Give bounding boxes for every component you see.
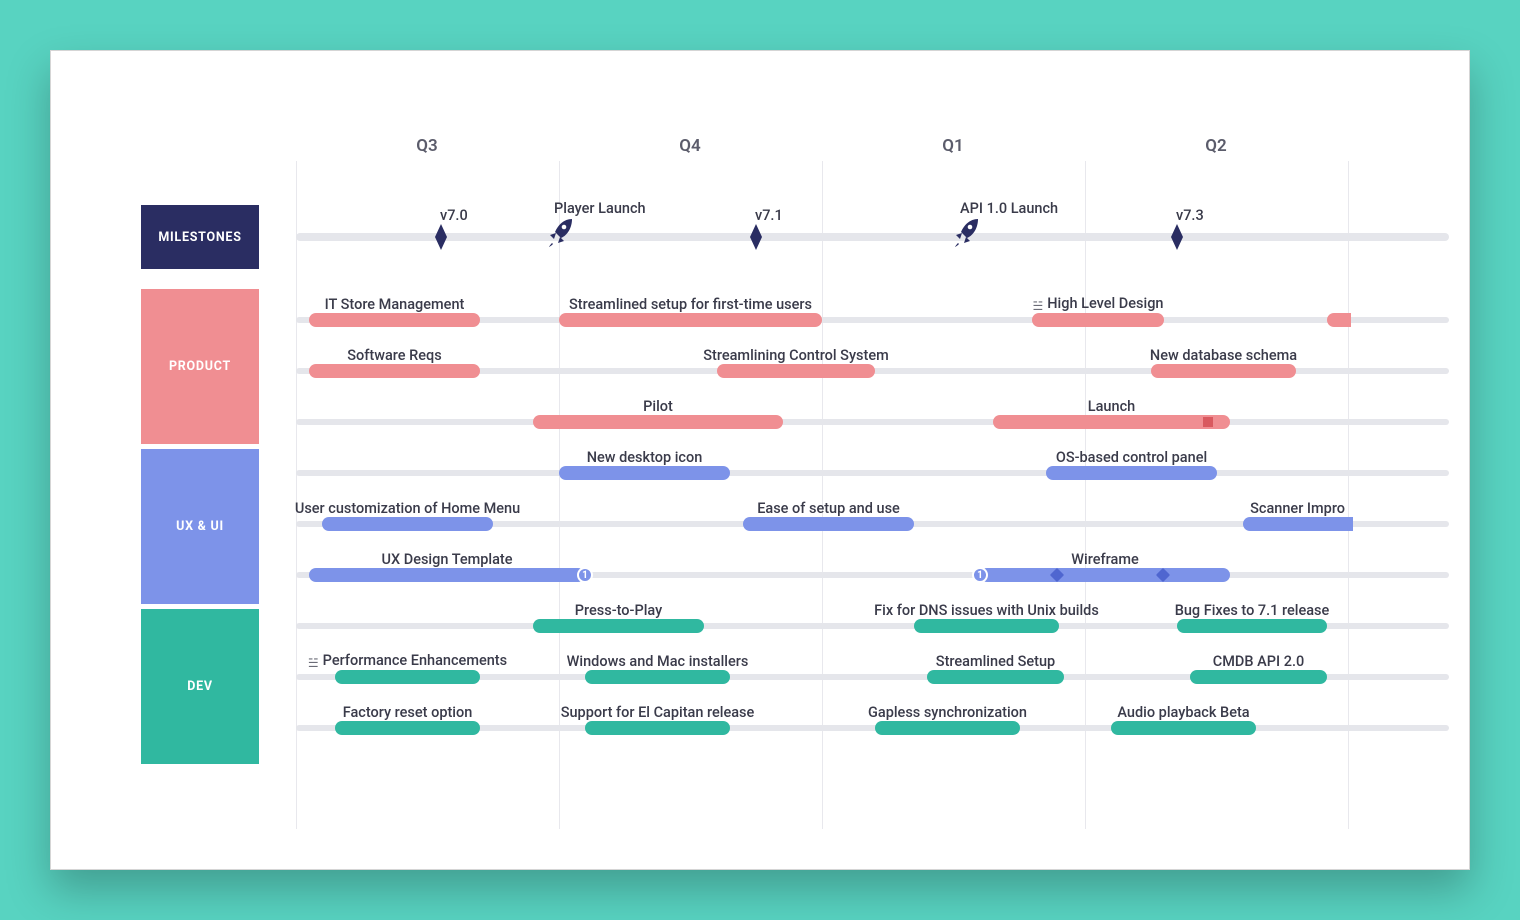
roadmap-bar[interactable]: Gapless synchronization [875,721,1020,735]
roadmap-bar[interactable]: New desktop icon [559,466,730,480]
milestone-label: Player Launch [554,200,646,217]
milestone-rail: v7.0 Player Launch v7.1 API 1.0 Launch v… [296,233,1449,241]
milestone-rocket-icon[interactable]: API 1.0 Launch [952,217,980,249]
timeline-rail: UX Design Template 1 Wireframe 1 [296,572,1449,578]
milestone-rocket-icon[interactable]: Player Launch [546,217,574,249]
roadmap-bar[interactable]: User customization of Home Menu [322,517,493,531]
roadmap-chart: Q3 Q4 Q1 Q2 MILESTONES v7.0 Player Launc… [141,161,1449,829]
tag-icon: ☱ [1033,299,1044,313]
lane-label-dev: DEV [141,609,259,764]
roadmap-bar[interactable]: Ease of setup and use [743,517,914,531]
roadmap-bar[interactable]: Scanner Impro [1243,517,1353,531]
milestone-label: v7.0 [440,207,468,224]
timeline-rail: New desktop icon OS-based control panel [296,470,1449,476]
lane-label-uxui: UX & UI [141,449,259,604]
timeline-rail: User customization of Home Menu Ease of … [296,521,1449,527]
milestone-label: v7.1 [755,207,783,224]
quarter-header: Q3 [416,136,437,156]
roadmap-bar[interactable]: Press-to-Play [533,619,704,633]
milestone-diamond-icon[interactable]: v7.3 [1168,224,1186,250]
roadmap-bar[interactable]: Support for El Capitan release [585,721,730,735]
lane-label-milestones: MILESTONES [141,205,259,269]
roadmap-bar[interactable]: Audio playback Beta [1111,721,1256,735]
milestone-label: API 1.0 Launch [960,200,1058,217]
roadmap-bar[interactable]: Windows and Mac installers [585,670,730,684]
roadmap-bar[interactable]: IT Store Management [309,313,480,327]
roadmap-bar[interactable]: New database schema [1151,364,1296,378]
roadmap-bar[interactable]: Streamlined setup for first-time users [559,313,822,327]
milestone-label: v7.3 [1176,207,1204,224]
bar-badge: 1 [577,567,593,583]
roadmap-bar[interactable]: Software Reqs [309,364,480,378]
tag-icon: ☱ [308,656,319,670]
roadmap-bar[interactable]: Streamlining Control System [717,364,875,378]
milestone-diamond-icon[interactable]: v7.1 [747,224,765,250]
bar-badge: 1 [972,567,988,583]
timeline-rail: Press-to-Play Fix for DNS issues with Un… [296,623,1449,629]
roadmap-bar[interactable]: OS-based control panel [1046,466,1217,480]
roadmap-bar[interactable]: Factory reset option [335,721,480,735]
roadmap-bar[interactable]: ☱High Level Design [1032,313,1164,327]
timeline-rail: Software Reqs Streamlining Control Syste… [296,368,1449,374]
roadmap-bar[interactable]: CMDB API 2.0 [1190,670,1327,684]
quarter-header: Q2 [1205,136,1226,156]
roadmap-bar[interactable]: Pilot [533,415,783,429]
roadmap-bar[interactable]: Wireframe 1 [980,568,1230,582]
timeline-rail: IT Store Management Streamlined setup fo… [296,317,1449,323]
quarter-header: Q1 [942,136,963,156]
roadmap-bar[interactable]: ☱Performance Enhancements [335,670,480,684]
roadmap-bar[interactable]: Streamlined Setup [927,670,1064,684]
roadmap-bar[interactable]: Launch [993,415,1230,429]
roadmap-bar[interactable] [1327,313,1351,327]
roadmap-bar[interactable]: Bug Fixes to 7.1 release [1177,619,1327,633]
bar-marker-square [1203,417,1213,427]
quarter-header: Q4 [679,136,700,156]
roadmap-bar[interactable]: UX Design Template 1 [309,568,585,582]
roadmap-card: Q3 Q4 Q1 Q2 MILESTONES v7.0 Player Launc… [50,50,1470,870]
roadmap-bar[interactable]: Fix for DNS issues with Unix builds [914,619,1059,633]
bar-marker-diamond [1156,568,1170,582]
timeline-rail: Factory reset option Support for El Capi… [296,725,1449,731]
timeline-rail: Pilot Launch [296,419,1449,425]
timeline-rail: ☱Performance Enhancements Windows and Ma… [296,674,1449,680]
bar-marker-diamond [1050,568,1064,582]
lane-label-product: PRODUCT [141,289,259,444]
milestone-diamond-icon[interactable]: v7.0 [432,224,450,250]
